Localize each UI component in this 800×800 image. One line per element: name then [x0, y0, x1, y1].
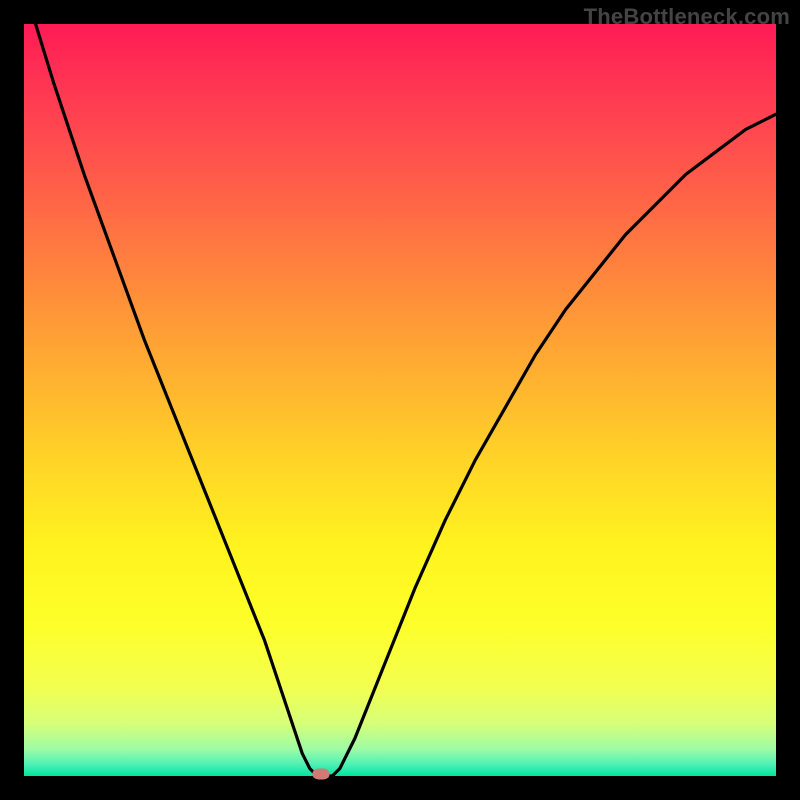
gradient-plot-area: [24, 24, 776, 776]
watermark-text: TheBottleneck.com: [584, 4, 790, 30]
optimum-marker: [313, 769, 330, 780]
chart-frame: TheBottleneck.com: [0, 0, 800, 800]
bottleneck-curve: [24, 24, 776, 776]
curve-overlay: [24, 24, 776, 776]
